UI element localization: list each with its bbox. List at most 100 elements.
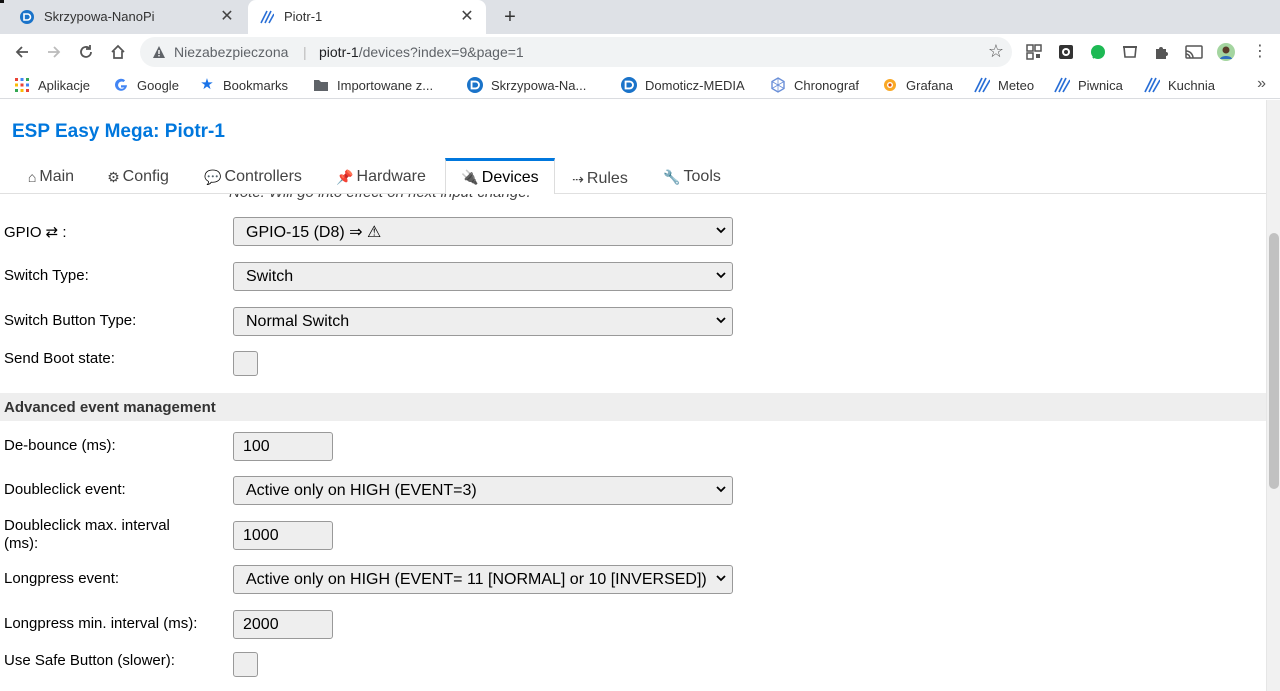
bookmark-label: Kuchnia [1168, 77, 1215, 93]
profile-avatar-icon[interactable] [1216, 42, 1236, 62]
reload-icon [80, 45, 92, 58]
doubleclick-event-label: Doubleclick event: [4, 481, 126, 498]
bookmark-chronograf[interactable]: Chronograf [770, 76, 859, 94]
doubleclick-interval-label-line2: (ms): [4, 535, 39, 552]
bookmark-apps[interactable]: Aplikacje [14, 76, 90, 94]
tab-controllers[interactable]: 💬 Controllers [192, 160, 314, 194]
bookmark-bookmarks[interactable]: ★ Bookmarks [199, 76, 288, 94]
home-button[interactable] [106, 40, 130, 64]
bookmark-label: Domoticz-MEDIA [645, 77, 745, 93]
bookmark-label: Meteo [998, 77, 1035, 93]
browser-toolbar: Niezabezpieczona | piotr-1/devices?index… [0, 34, 1280, 70]
bookmark-kuchnia[interactable]: Kuchnia [1144, 76, 1215, 94]
new-tab-button[interactable]: + [498, 5, 522, 29]
bookmark-label: Aplikacje [38, 77, 91, 93]
qr-code-icon[interactable] [1024, 42, 1044, 62]
bookmarks-overflow-button[interactable]: » [1257, 75, 1266, 93]
bookmark-piwnica[interactable]: Piwnica [1054, 76, 1123, 94]
domoticz-icon [20, 10, 34, 24]
tab-tools[interactable]: 🔧 Tools [652, 160, 732, 194]
browser-tab-skrzypowa[interactable]: Skrzypowa-NanoPi ✕ [8, 0, 246, 34]
window-corner [0, 0, 4, 3]
plug-icon: 🔌 [461, 169, 479, 185]
advanced-event-section-header: Advanced event management [0, 393, 1266, 421]
browser-menu-icon[interactable]: ⋮ [1250, 42, 1270, 62]
bookmark-google[interactable]: Google [113, 76, 179, 94]
close-tab-icon[interactable]: ✕ [216, 6, 238, 28]
address-separator: | [303, 44, 307, 60]
page-title[interactable]: ESP Easy Mega: Piotr-1 [12, 121, 225, 143]
safe-button-label: Use Safe Button (slower): [4, 652, 175, 669]
camera-extension-icon[interactable] [1056, 42, 1076, 62]
longpress-interval-value: 2000 [243, 615, 279, 633]
close-tab-icon[interactable]: ✕ [456, 6, 478, 28]
bookmark-label: Piwnica [1078, 77, 1123, 93]
send-boot-state-checkbox[interactable] [233, 351, 258, 376]
tab-label: Controllers [224, 168, 302, 185]
gear-icon: ⚙ [107, 168, 120, 185]
wrench-icon: 🔧 [663, 168, 681, 185]
bookmark-grafana[interactable]: Grafana [882, 76, 953, 94]
doubleclick-interval-label-line1: Doubleclick max. interval [4, 517, 170, 534]
bookmark-label: Skrzypowa-Na... [491, 77, 587, 93]
domoticz-icon [467, 77, 483, 93]
gpio-label: GPIO ⇄ : [4, 224, 67, 241]
switch-button-type-label: Switch Button Type: [4, 312, 137, 329]
doubleclick-interval-value: 1000 [243, 526, 279, 544]
debounce-label: De-bounce (ms): [4, 437, 116, 454]
chevron-down-icon [716, 272, 726, 279]
tab-label: Config [122, 168, 169, 185]
tab-devices[interactable]: 🔌 Devices [445, 158, 555, 194]
bookmark-label: Grafana [906, 77, 953, 93]
doubleclick-interval-input[interactable]: 1000 [233, 521, 333, 550]
reload-button[interactable] [74, 40, 98, 64]
bookmark-star-icon[interactable]: ☆ [988, 41, 1004, 62]
switch-type-select[interactable]: Switch [233, 262, 733, 291]
bookmark-domoticz-media[interactable]: Domoticz-MEDIA [621, 76, 745, 94]
arrow-left-icon [15, 46, 28, 58]
longpress-event-value: Active only on HIGH (EVENT= 11 [NORMAL] … [246, 570, 707, 588]
chevron-down-icon [716, 575, 726, 582]
page-scrollbar[interactable] [1266, 100, 1280, 691]
gpio-select[interactable]: GPIO-15 (D8) ⇒ ⚠ [233, 217, 733, 246]
address-bar[interactable]: Niezabezpieczona | piotr-1/devices?index… [140, 37, 1012, 67]
tab-main[interactable]: ⌂ Main [18, 160, 84, 194]
arrow-right-icon: ⇢ [572, 170, 584, 187]
star-icon: ★ [200, 76, 214, 93]
privacy-extension-icon[interactable] [1120, 42, 1140, 62]
extensions-puzzle-icon[interactable] [1152, 42, 1172, 62]
esp-easy-header: ESP Easy Mega: Piotr-1 ⌂ Main ⚙ Config 💬 Co… [0, 100, 1266, 194]
doubleclick-event-select[interactable]: Active only on HIGH (EVENT=3) [233, 476, 733, 505]
url-text[interactable]: piotr-1/devices?index=9&page=1 [319, 44, 524, 60]
debounce-input[interactable]: 100 [233, 432, 333, 461]
send-boot-state-label: Send Boot state: [4, 350, 115, 367]
switch-type-value: Switch [246, 267, 294, 285]
doubleclick-event-value: Active only on HIGH (EVENT=3) [246, 481, 477, 499]
longpress-interval-input[interactable]: 2000 [233, 610, 333, 639]
security-label[interactable]: Niezabezpieczona [174, 44, 288, 60]
back-button[interactable] [10, 40, 34, 64]
bookmark-meteo[interactable]: Meteo [974, 76, 1034, 94]
tab-label: Rules [586, 170, 628, 187]
green-leaf-extension-icon[interactable] [1088, 42, 1108, 62]
browser-tab-piotr[interactable]: Piotr-1 ✕ [248, 0, 486, 34]
bookmark-imported-folder[interactable]: Importowane z... [313, 76, 433, 94]
forward-button[interactable] [42, 40, 66, 64]
safe-button-checkbox[interactable] [233, 652, 258, 677]
domoticz-icon [621, 77, 637, 93]
scrollbar-thumb[interactable] [1269, 233, 1279, 489]
tab-config[interactable]: ⚙ Config [96, 160, 180, 194]
switch-type-label: Switch Type: [4, 267, 89, 284]
web-page: Note: Will go into effect on next input … [0, 100, 1266, 691]
longpress-event-select[interactable]: Active only on HIGH (EVENT= 11 [NORMAL] … [233, 565, 733, 594]
tab-hardware[interactable]: 📌 Hardware [326, 160, 436, 194]
device-settings-form: Note: Will go into effect on next input … [0, 184, 1266, 691]
esp-easy-icon [1144, 77, 1160, 93]
tab-rules[interactable]: ⇢ Rules [564, 162, 636, 196]
cast-icon[interactable] [1184, 42, 1204, 62]
switch-button-type-value: Normal Switch [246, 312, 350, 330]
bookmark-skrzypowa[interactable]: Skrzypowa-Na... [467, 76, 586, 94]
tab-label: Hardware [356, 168, 426, 185]
switch-button-type-select[interactable]: Normal Switch [233, 307, 733, 336]
esp-easy-icon [1054, 77, 1070, 93]
